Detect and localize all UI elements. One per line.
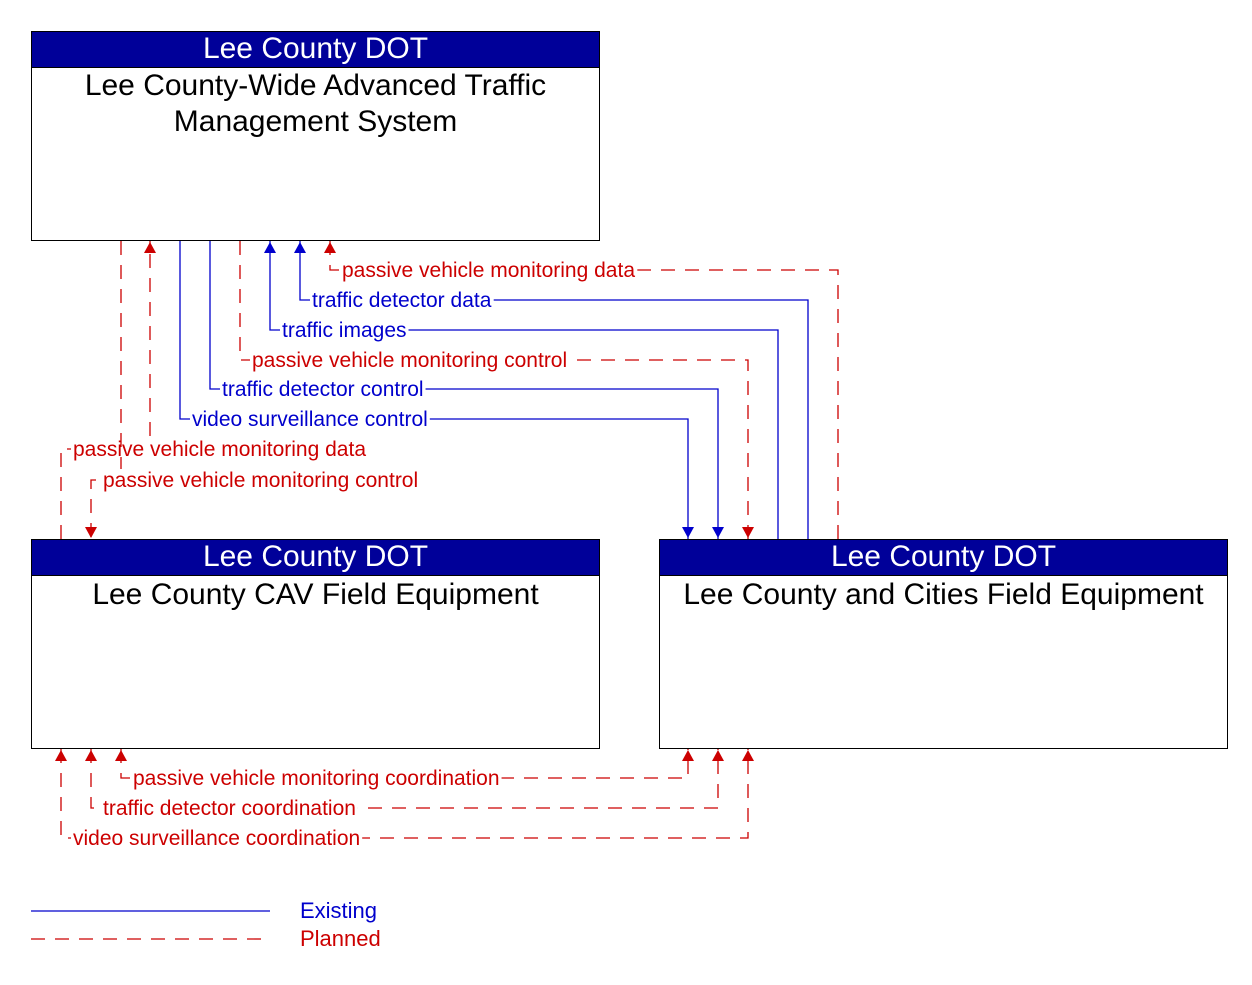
flow-label: passive vehicle monitoring control — [252, 349, 567, 372]
legend-planned-label: Planned — [300, 926, 381, 951]
flow-label: passive vehicle monitoring control — [103, 469, 418, 492]
flow-label: video surveillance control — [192, 408, 428, 431]
arrowhead-icon — [712, 750, 724, 761]
arrowhead-icon — [264, 242, 276, 253]
arrowhead-icon — [55, 750, 67, 761]
flow-label: passive vehicle monitoring coordination — [133, 767, 500, 790]
arrowhead-icon — [742, 750, 754, 761]
arrowhead-icon — [682, 750, 694, 761]
flow-label: traffic detector coordination — [103, 797, 356, 820]
flow-line[interactable] — [60, 749, 749, 839]
flow-label: traffic images — [282, 319, 407, 342]
arrowhead-icon — [85, 527, 97, 538]
flow-line[interactable] — [90, 241, 122, 539]
flow-label: traffic detector control — [222, 378, 424, 401]
arrowhead-icon — [682, 527, 694, 538]
arrowhead-icon — [115, 750, 127, 761]
flow-label: passive vehicle monitoring data — [73, 438, 366, 461]
arrowhead-icon — [742, 527, 754, 538]
arrowhead-icon — [294, 242, 306, 253]
flow-label: video surveillance coordination — [73, 827, 360, 850]
arrowhead-icon — [712, 527, 724, 538]
flow-label: passive vehicle monitoring data — [342, 259, 635, 282]
flow-diagram: passive vehicle monitoring data traffic d… — [55, 241, 839, 850]
flow-line[interactable] — [60, 241, 151, 539]
arrowhead-icon — [324, 242, 336, 253]
legend-existing-label: Existing — [300, 898, 378, 923]
flow-label: traffic detector data — [312, 289, 492, 312]
arrowhead-icon — [144, 242, 156, 253]
arrowhead-icon — [85, 750, 97, 761]
